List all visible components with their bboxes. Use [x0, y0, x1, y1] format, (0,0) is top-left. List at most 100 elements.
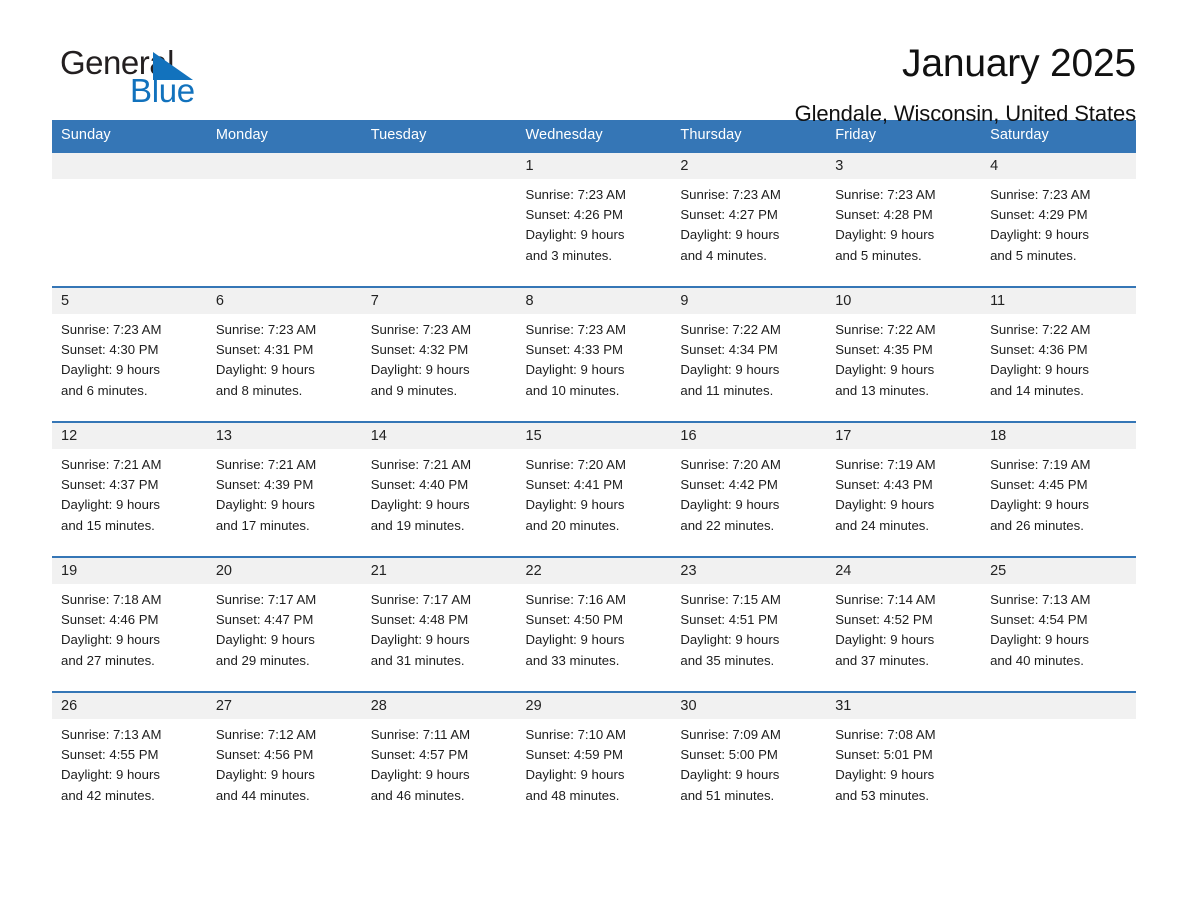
day-details: Sunrise: 7:22 AM Sunset: 4:35 PM Daylight:… — [826, 314, 981, 401]
calendar-day-cell[interactable]: 3 Sunrise: 7:23 AM Sunset: 4:28 PM Daylight… — [826, 151, 982, 287]
calendar-day-cell[interactable]: 27 Sunrise: 7:12 AM Sunset: 4:56 PM Dayligh… — [206, 691, 362, 827]
title-block: January 2025 Glendale, Wisconsin, United… — [795, 43, 1137, 127]
day-details: Sunrise: 7:13 AM Sunset: 4:55 PM Daylight:… — [52, 719, 207, 806]
daylight-text-line1: Daylight: 9 hours — [680, 767, 780, 783]
daylight-text-line2: and 15 minutes. — [61, 517, 155, 533]
calendar-day-cell[interactable]: 18 Sunrise: 7:19 AM Sunset: 4:45 PM Dayligh… — [981, 421, 1136, 557]
day-details: Sunrise: 7:08 AM Sunset: 5:01 PM Daylight:… — [826, 719, 981, 806]
calendar-day-cell[interactable]: 7 Sunrise: 7:23 AM Sunset: 4:32 PM Daylight… — [361, 286, 517, 422]
day-details: Sunrise: 7:22 AM Sunset: 4:36 PM Daylight:… — [981, 314, 1136, 401]
daylight-text-line1: Daylight: 9 hours — [370, 767, 470, 783]
calendar-day-cell[interactable]: 25 Sunrise: 7:13 AM Sunset: 4:54 PM Dayligh… — [981, 556, 1136, 692]
daylight-text-line2: and 24 minutes. — [835, 517, 930, 533]
day-number: 2 — [671, 153, 827, 179]
sunrise-text: Sunrise: 7:20 AM — [680, 457, 781, 472]
calendar-day-cell[interactable]: 21 Sunrise: 7:17 AM Sunset: 4:48 PM Dayligh… — [361, 556, 517, 692]
sunrise-text: Sunrise: 7:23 AM — [835, 187, 936, 202]
calendar-day-cell[interactable]: 15 Sunrise: 7:20 AM Sunset: 4:41 PM Dayligh… — [516, 421, 672, 557]
calendar-day-cell[interactable]: 24 Sunrise: 7:14 AM Sunset: 4:52 PM Dayligh… — [826, 556, 982, 692]
sunrise-text: Sunrise: 7:18 AM — [61, 592, 162, 607]
daylight-text-line2: and 14 minutes. — [990, 382, 1084, 398]
calendar-day-cell[interactable]: 22 Sunrise: 7:16 AM Sunset: 4:50 PM Dayligh… — [516, 556, 672, 692]
calendar-day-cell[interactable]: 9 Sunrise: 7:22 AM Sunset: 4:34 PM Daylight… — [671, 286, 827, 422]
sunset-text: Sunset: 4:29 PM — [990, 207, 1088, 223]
day-number: 24 — [826, 558, 982, 584]
calendar-day-cell[interactable]: 1 Sunrise: 7:23 AM Sunset: 4:26 PM Daylight… — [516, 151, 672, 287]
day-number: 13 — [206, 423, 362, 449]
daylight-text-line2: and 51 minutes. — [680, 787, 775, 803]
daylight-text-line2: and 31 minutes. — [370, 652, 465, 668]
calendar-day-cell[interactable]: 2 Sunrise: 7:23 AM Sunset: 4:27 PM Daylight… — [671, 151, 827, 287]
generalblue-logo[interactable]: General Blue — [52, 44, 242, 114]
daylight-text-line1: Daylight: 9 hours — [990, 362, 1090, 378]
daylight-text-line1: Daylight: 9 hours — [990, 227, 1090, 243]
daylight-text-line2: and 48 minutes. — [525, 787, 620, 803]
calendar-day-cell[interactable]: 4 Sunrise: 7:23 AM Sunset: 4:29 PM Daylight… — [981, 151, 1136, 287]
calendar-day-cell[interactable]: 6 Sunrise: 7:23 AM Sunset: 4:31 PM Daylight… — [206, 286, 362, 422]
calendar-page: General Blue January 2025 Glendale, Wisc… — [0, 0, 1188, 918]
sunrise-text: Sunrise: 7:23 AM — [525, 322, 626, 337]
sunrise-text: Sunrise: 7:21 AM — [370, 457, 472, 472]
daylight-text-line2: and 17 minutes. — [215, 517, 310, 533]
day-number: 20 — [206, 558, 362, 584]
sunset-text: Sunset: 4:33 PM — [525, 342, 624, 358]
calendar-day-cell[interactable]: 5 Sunrise: 7:23 AM Sunset: 4:30 PM Daylight… — [52, 286, 207, 422]
calendar-day-cell[interactable]: 31 Sunrise: 7:08 AM Sunset: 5:01 PM Dayligh… — [826, 691, 982, 827]
daylight-text-line1: Daylight: 9 hours — [370, 362, 470, 378]
daylight-text-line2: and 5 minutes. — [990, 247, 1077, 263]
weekday-header-wednesday: Wednesday — [516, 120, 672, 152]
sunrise-text: Sunrise: 7:22 AM — [680, 322, 781, 337]
day-number: 9 — [671, 288, 827, 314]
calendar-day-cell[interactable]: 10 Sunrise: 7:22 AM Sunset: 4:35 PM Dayligh… — [826, 286, 982, 422]
sunrise-text: Sunrise: 7:15 AM — [680, 592, 781, 607]
day-details: Sunrise: 7:23 AM Sunset: 4:26 PM Daylight:… — [517, 179, 672, 266]
daylight-text-line2: and 26 minutes. — [990, 517, 1084, 533]
day-number: 14 — [361, 423, 517, 449]
day-details: Sunrise: 7:12 AM Sunset: 4:56 PM Daylight:… — [207, 719, 362, 806]
daylight-text-line2: and 11 minutes. — [680, 382, 774, 398]
daylight-text-line2: and 19 minutes. — [370, 517, 465, 533]
calendar-day-cell[interactable]: 23 Sunrise: 7:15 AM Sunset: 4:51 PM Dayligh… — [671, 556, 827, 692]
calendar-day-cell[interactable]: 8 Sunrise: 7:23 AM Sunset: 4:33 PM Daylight… — [516, 286, 672, 422]
page-header: General Blue January 2025 Glendale, Wisc… — [52, 0, 1136, 126]
day-number: 23 — [671, 558, 827, 584]
calendar-week-row: 1 Sunrise: 7:23 AM Sunset: 4:26 PM Daylight… — [52, 151, 1136, 287]
daylight-text-line1: Daylight: 9 hours — [680, 497, 780, 513]
calendar-day-cell[interactable]: 20 Sunrise: 7:17 AM Sunset: 4:47 PM Dayligh… — [206, 556, 362, 692]
day-number: 12 — [52, 423, 207, 449]
calendar-day-cell[interactable]: 29 Sunrise: 7:10 AM Sunset: 4:59 PM Dayligh… — [516, 691, 672, 827]
daylight-text-line1: Daylight: 9 hours — [61, 632, 160, 648]
daylight-text-line2: and 4 minutes. — [680, 247, 767, 263]
daylight-text-line2: and 37 minutes. — [835, 652, 930, 668]
calendar-day-cell[interactable]: 28 Sunrise: 7:11 AM Sunset: 4:57 PM Dayligh… — [361, 691, 517, 827]
sunset-text: Sunset: 4:30 PM — [61, 342, 159, 358]
calendar-day-cell[interactable]: 14 Sunrise: 7:21 AM Sunset: 4:40 PM Dayligh… — [361, 421, 517, 557]
calendar-day-cell[interactable]: 26 Sunrise: 7:13 AM Sunset: 4:55 PM Dayligh… — [52, 691, 207, 827]
sunrise-text: Sunrise: 7:21 AM — [61, 457, 162, 472]
calendar-day-cell[interactable]: 16 Sunrise: 7:20 AM Sunset: 4:42 PM Dayligh… — [671, 421, 827, 557]
calendar-day-cell[interactable]: 13 Sunrise: 7:21 AM Sunset: 4:39 PM Dayligh… — [206, 421, 362, 557]
calendar-day-cell[interactable]: 11 Sunrise: 7:22 AM Sunset: 4:36 PM Dayligh… — [981, 286, 1136, 422]
daylight-text-line2: and 46 minutes. — [370, 787, 465, 803]
sunset-text: Sunset: 4:37 PM — [61, 477, 159, 493]
day-details: Sunrise: 7:23 AM Sunset: 4:32 PM Daylight:… — [362, 314, 517, 401]
sunset-text: Sunset: 4:34 PM — [680, 342, 778, 358]
calendar-cell-empty — [206, 151, 362, 287]
calendar-week-row: 5 Sunrise: 7:23 AM Sunset: 4:30 PM Daylight… — [52, 286, 1136, 422]
sunrise-text: Sunrise: 7:14 AM — [835, 592, 936, 607]
day-details: Sunrise: 7:20 AM Sunset: 4:42 PM Daylight:… — [671, 449, 826, 536]
calendar-day-cell[interactable]: 12 Sunrise: 7:21 AM Sunset: 4:37 PM Dayligh… — [52, 421, 207, 557]
calendar-day-cell[interactable]: 30 Sunrise: 7:09 AM Sunset: 5:00 PM Dayligh… — [671, 691, 827, 827]
calendar-day-cell[interactable]: 19 Sunrise: 7:18 AM Sunset: 4:46 PM Dayligh… — [52, 556, 207, 692]
daylight-text-line2: and 35 minutes. — [680, 652, 775, 668]
sunrise-text: Sunrise: 7:20 AM — [525, 457, 626, 472]
day-number: 1 — [516, 153, 672, 179]
daylight-text-line1: Daylight: 9 hours — [680, 632, 780, 648]
day-number: 18 — [981, 423, 1136, 449]
calendar-day-cell[interactable]: 17 Sunrise: 7:19 AM Sunset: 4:43 PM Dayligh… — [826, 421, 982, 557]
day-number: 4 — [981, 153, 1136, 179]
sunset-text: Sunset: 4:41 PM — [525, 477, 624, 493]
day-number: 10 — [826, 288, 982, 314]
day-number: 11 — [981, 288, 1136, 314]
day-number: 30 — [671, 693, 827, 719]
